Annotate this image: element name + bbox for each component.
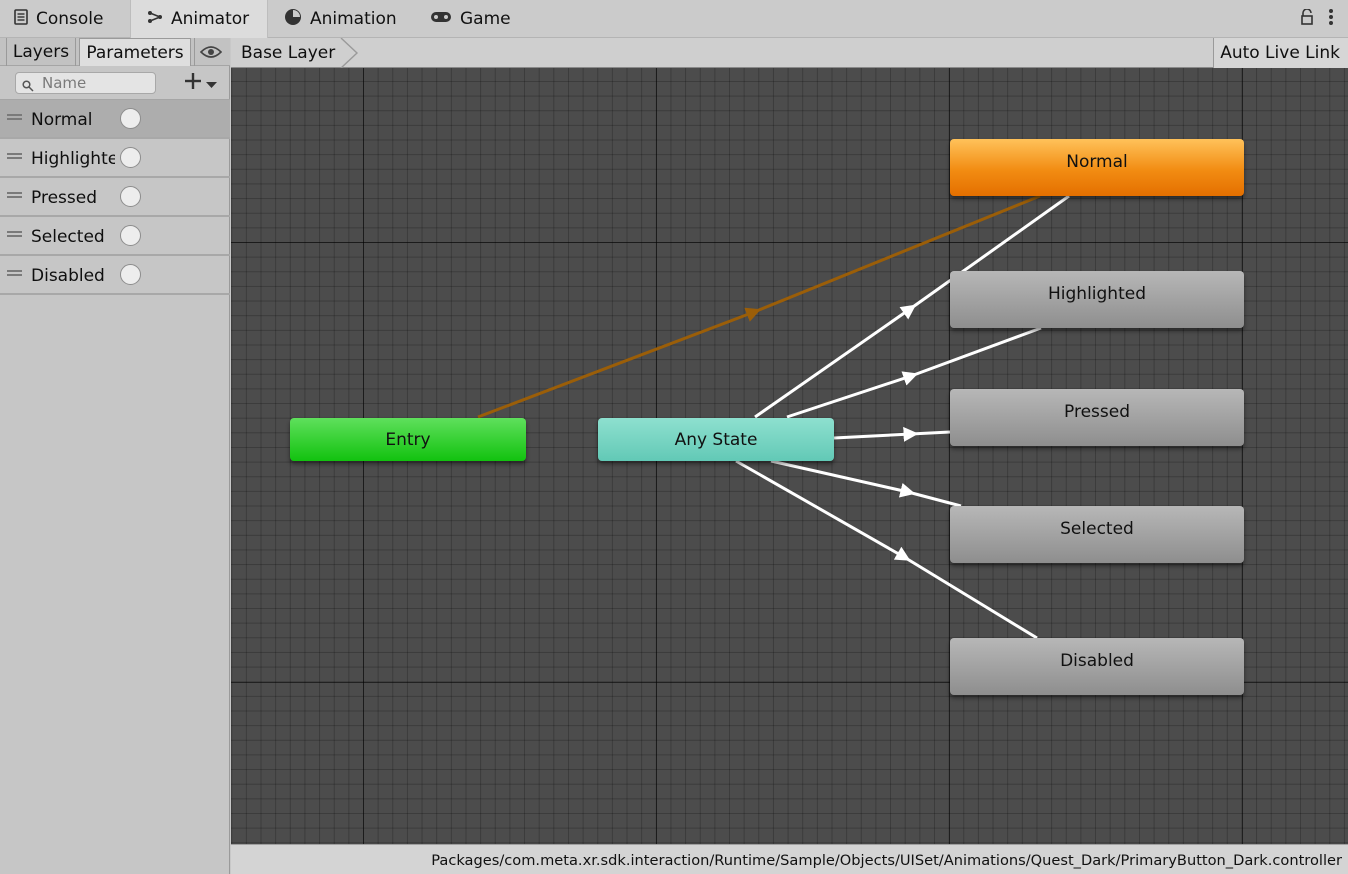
parameter-list: Normal Highlighted Pressed Selected Disa… [0, 100, 230, 295]
tab-parameters[interactable]: Parameters [79, 38, 191, 66]
status-bar: Packages/com.meta.xr.sdk.interaction/Run… [231, 844, 1348, 874]
parameter-name: Pressed [31, 188, 97, 208]
parameter-trigger-toggle[interactable] [120, 264, 141, 285]
more-menu-icon[interactable] [1328, 8, 1334, 30]
parameter-trigger-toggle[interactable] [120, 108, 141, 129]
parameter-name: Disabled [31, 266, 105, 286]
drag-handle-icon[interactable] [7, 153, 22, 159]
lock-icon[interactable] [1300, 8, 1314, 29]
drag-handle-icon[interactable] [7, 192, 22, 198]
state-normal[interactable]: Normal [950, 139, 1244, 196]
tab-animation-label: Animation [310, 9, 397, 29]
parameter-row[interactable]: Pressed [0, 178, 230, 217]
breadcrumb-bar: Base Layer Auto Live Link [231, 37, 1348, 69]
asset-path: Packages/com.meta.xr.sdk.interaction/Run… [431, 852, 1342, 869]
parameter-row[interactable]: Selected [0, 217, 230, 256]
search-icon [22, 77, 34, 96]
window-controls [1300, 8, 1334, 30]
tab-game[interactable]: Game [430, 0, 530, 38]
breadcrumb-arrow-icon [339, 37, 361, 72]
node-entry[interactable]: Entry [290, 418, 526, 461]
animator-icon [147, 9, 163, 29]
window-tab-bar: Console Animator Animation Game [0, 0, 1348, 38]
transition-any-to-selected[interactable] [770, 459, 962, 508]
parameter-name: Highlighted [31, 149, 115, 169]
drag-handle-icon[interactable] [7, 231, 22, 237]
tab-console-label: Console [36, 9, 104, 29]
tab-animation[interactable]: Animation [284, 0, 414, 38]
drag-handle-icon[interactable] [7, 114, 22, 120]
state-pressed[interactable]: Pressed [950, 389, 1244, 446]
animation-icon [284, 8, 302, 31]
parameter-trigger-toggle[interactable] [120, 147, 141, 168]
parameter-row[interactable]: Disabled [0, 256, 230, 295]
parameter-search-row [0, 66, 230, 100]
panel-subtabs: Layers Parameters [0, 38, 230, 66]
chevron-down-icon [206, 74, 217, 93]
state-selected[interactable]: Selected [950, 506, 1244, 563]
tab-animator[interactable]: Animator [130, 0, 268, 38]
plus-icon [184, 72, 202, 94]
parameter-trigger-toggle[interactable] [120, 186, 141, 207]
parameters-panel: Layers Parameters Normal Highlighted [0, 38, 230, 874]
tab-animator-label: Animator [171, 9, 250, 29]
drag-handle-icon[interactable] [7, 270, 22, 276]
add-parameter-button[interactable] [184, 72, 224, 94]
gamepad-icon [430, 9, 452, 29]
eye-icon[interactable] [194, 38, 226, 66]
parameter-name: Normal [31, 110, 93, 130]
tab-game-label: Game [460, 9, 511, 29]
tab-layers[interactable]: Layers [6, 38, 76, 66]
parameter-trigger-toggle[interactable] [120, 225, 141, 246]
node-any-state[interactable]: Any State [598, 418, 834, 461]
auto-live-link-button[interactable]: Auto Live Link [1213, 38, 1348, 68]
parameter-name: Selected [31, 227, 105, 247]
parameter-row[interactable]: Highlighted [0, 139, 230, 178]
search-input[interactable] [15, 72, 156, 94]
tab-console[interactable]: Console [0, 0, 128, 38]
transition-any-to-pressed[interactable] [833, 426, 951, 442]
state-disabled[interactable]: Disabled [950, 638, 1244, 695]
state-machine-graph[interactable]: Entry Any State Normal Highlighted Press… [231, 68, 1348, 844]
console-icon [14, 8, 28, 30]
breadcrumb-base-layer[interactable]: Base Layer [231, 38, 353, 68]
parameter-row[interactable]: Normal [0, 100, 230, 139]
state-highlighted[interactable]: Highlighted [950, 271, 1244, 328]
